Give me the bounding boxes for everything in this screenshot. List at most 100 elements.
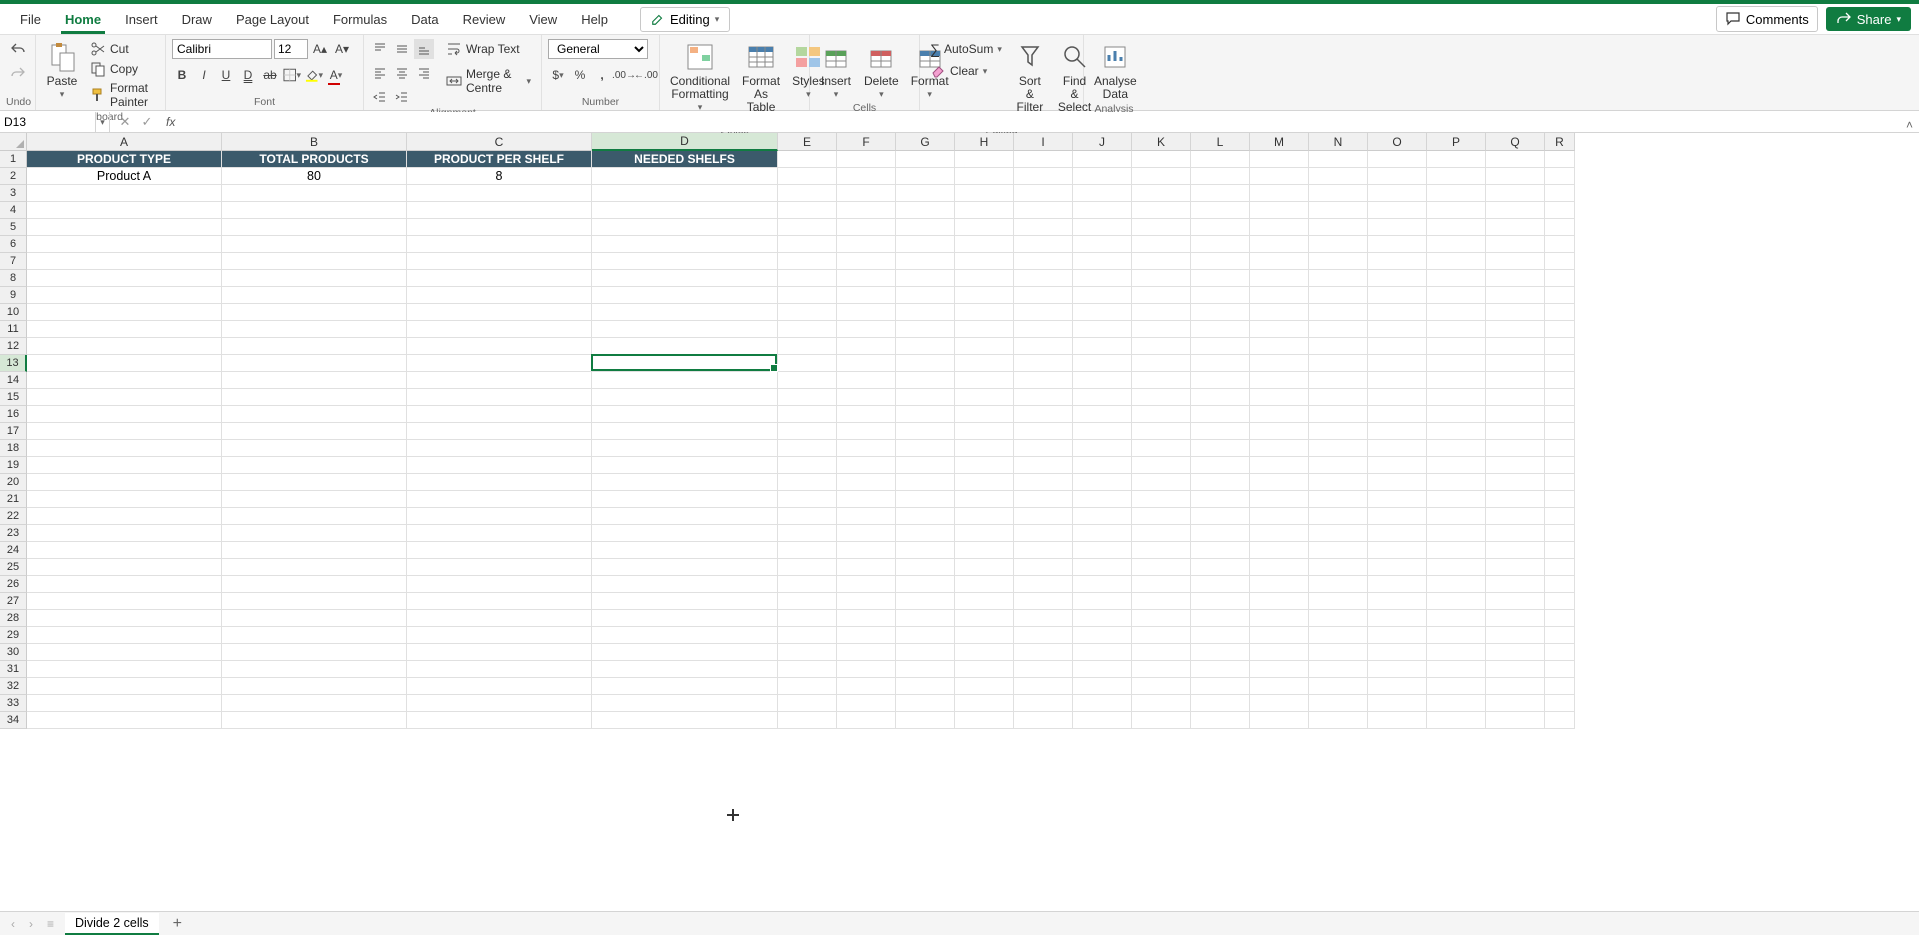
cell-C25[interactable] (407, 559, 592, 576)
cell-K6[interactable] (1132, 236, 1191, 253)
cell-Q16[interactable] (1486, 406, 1545, 423)
borders-button[interactable]: ▾ (282, 65, 302, 85)
cell-H28[interactable] (955, 610, 1014, 627)
column-header-N[interactable]: N (1309, 133, 1368, 151)
select-all-corner[interactable] (0, 133, 27, 151)
cell-K11[interactable] (1132, 321, 1191, 338)
cell-P22[interactable] (1427, 508, 1486, 525)
cell-B2[interactable]: 80 (222, 168, 407, 185)
cell-H19[interactable] (955, 457, 1014, 474)
cell-O4[interactable] (1368, 202, 1427, 219)
cell-Q8[interactable] (1486, 270, 1545, 287)
column-header-H[interactable]: H (955, 133, 1014, 151)
cell-F16[interactable] (837, 406, 896, 423)
cell-J3[interactable] (1073, 185, 1132, 202)
cell-P1[interactable] (1427, 151, 1486, 168)
cell-I24[interactable] (1014, 542, 1073, 559)
underline-button[interactable]: U (216, 65, 236, 85)
cell-B28[interactable] (222, 610, 407, 627)
cell-M32[interactable] (1250, 678, 1309, 695)
cell-K14[interactable] (1132, 372, 1191, 389)
cell-A3[interactable] (27, 185, 222, 202)
cell-J16[interactable] (1073, 406, 1132, 423)
cell-G3[interactable] (896, 185, 955, 202)
cell-R18[interactable] (1545, 440, 1575, 457)
cell-G15[interactable] (896, 389, 955, 406)
cell-L13[interactable] (1191, 355, 1250, 372)
cell-J13[interactable] (1073, 355, 1132, 372)
cell-D29[interactable] (592, 627, 778, 644)
cell-J8[interactable] (1073, 270, 1132, 287)
cell-P14[interactable] (1427, 372, 1486, 389)
cell-F21[interactable] (837, 491, 896, 508)
cell-E28[interactable] (778, 610, 837, 627)
row-header-23[interactable]: 23 (0, 525, 27, 542)
cell-C5[interactable] (407, 219, 592, 236)
column-header-K[interactable]: K (1132, 133, 1191, 151)
cell-H2[interactable] (955, 168, 1014, 185)
align-left-button[interactable] (370, 63, 390, 83)
cell-E16[interactable] (778, 406, 837, 423)
cell-A14[interactable] (27, 372, 222, 389)
cell-D23[interactable] (592, 525, 778, 542)
cell-R25[interactable] (1545, 559, 1575, 576)
cell-E18[interactable] (778, 440, 837, 457)
cell-J9[interactable] (1073, 287, 1132, 304)
cell-A21[interactable] (27, 491, 222, 508)
format-painter-button[interactable]: Format Painter (86, 79, 159, 111)
cell-P18[interactable] (1427, 440, 1486, 457)
cell-D8[interactable] (592, 270, 778, 287)
cell-E5[interactable] (778, 219, 837, 236)
cell-H29[interactable] (955, 627, 1014, 644)
cell-D26[interactable] (592, 576, 778, 593)
cell-O32[interactable] (1368, 678, 1427, 695)
cell-M15[interactable] (1250, 389, 1309, 406)
cell-G26[interactable] (896, 576, 955, 593)
cell-O17[interactable] (1368, 423, 1427, 440)
cell-N7[interactable] (1309, 253, 1368, 270)
cell-P13[interactable] (1427, 355, 1486, 372)
cell-J10[interactable] (1073, 304, 1132, 321)
cell-D33[interactable] (592, 695, 778, 712)
cell-F11[interactable] (837, 321, 896, 338)
cell-L21[interactable] (1191, 491, 1250, 508)
cell-L15[interactable] (1191, 389, 1250, 406)
column-header-E[interactable]: E (778, 133, 837, 151)
cell-E20[interactable] (778, 474, 837, 491)
accounting-format-button[interactable]: $▾ (548, 65, 568, 85)
cell-G29[interactable] (896, 627, 955, 644)
cell-L11[interactable] (1191, 321, 1250, 338)
cell-H9[interactable] (955, 287, 1014, 304)
column-header-P[interactable]: P (1427, 133, 1486, 151)
cell-D27[interactable] (592, 593, 778, 610)
strikethrough-button[interactable]: ab (260, 65, 280, 85)
cell-O30[interactable] (1368, 644, 1427, 661)
row-header-8[interactable]: 8 (0, 270, 27, 287)
cell-Q18[interactable] (1486, 440, 1545, 457)
cell-K1[interactable] (1132, 151, 1191, 168)
name-box-dropdown[interactable]: ▾ (96, 112, 110, 132)
cell-H27[interactable] (955, 593, 1014, 610)
row-header-17[interactable]: 17 (0, 423, 27, 440)
cell-D7[interactable] (592, 253, 778, 270)
decrease-indent-button[interactable] (370, 87, 390, 107)
cell-E25[interactable] (778, 559, 837, 576)
cell-F13[interactable] (837, 355, 896, 372)
cell-M9[interactable] (1250, 287, 1309, 304)
cell-A2[interactable]: Product A (27, 168, 222, 185)
cell-D28[interactable] (592, 610, 778, 627)
cell-P31[interactable] (1427, 661, 1486, 678)
cell-L23[interactable] (1191, 525, 1250, 542)
cell-B17[interactable] (222, 423, 407, 440)
align-right-button[interactable] (414, 63, 434, 83)
row-header-3[interactable]: 3 (0, 185, 27, 202)
column-header-C[interactable]: C (407, 133, 592, 151)
cell-G22[interactable] (896, 508, 955, 525)
cell-J1[interactable] (1073, 151, 1132, 168)
add-sheet-button[interactable]: + (167, 915, 188, 933)
cell-F14[interactable] (837, 372, 896, 389)
increase-decimal-button[interactable]: .00→ (614, 65, 634, 85)
cell-K26[interactable] (1132, 576, 1191, 593)
cell-E14[interactable] (778, 372, 837, 389)
cell-Q14[interactable] (1486, 372, 1545, 389)
